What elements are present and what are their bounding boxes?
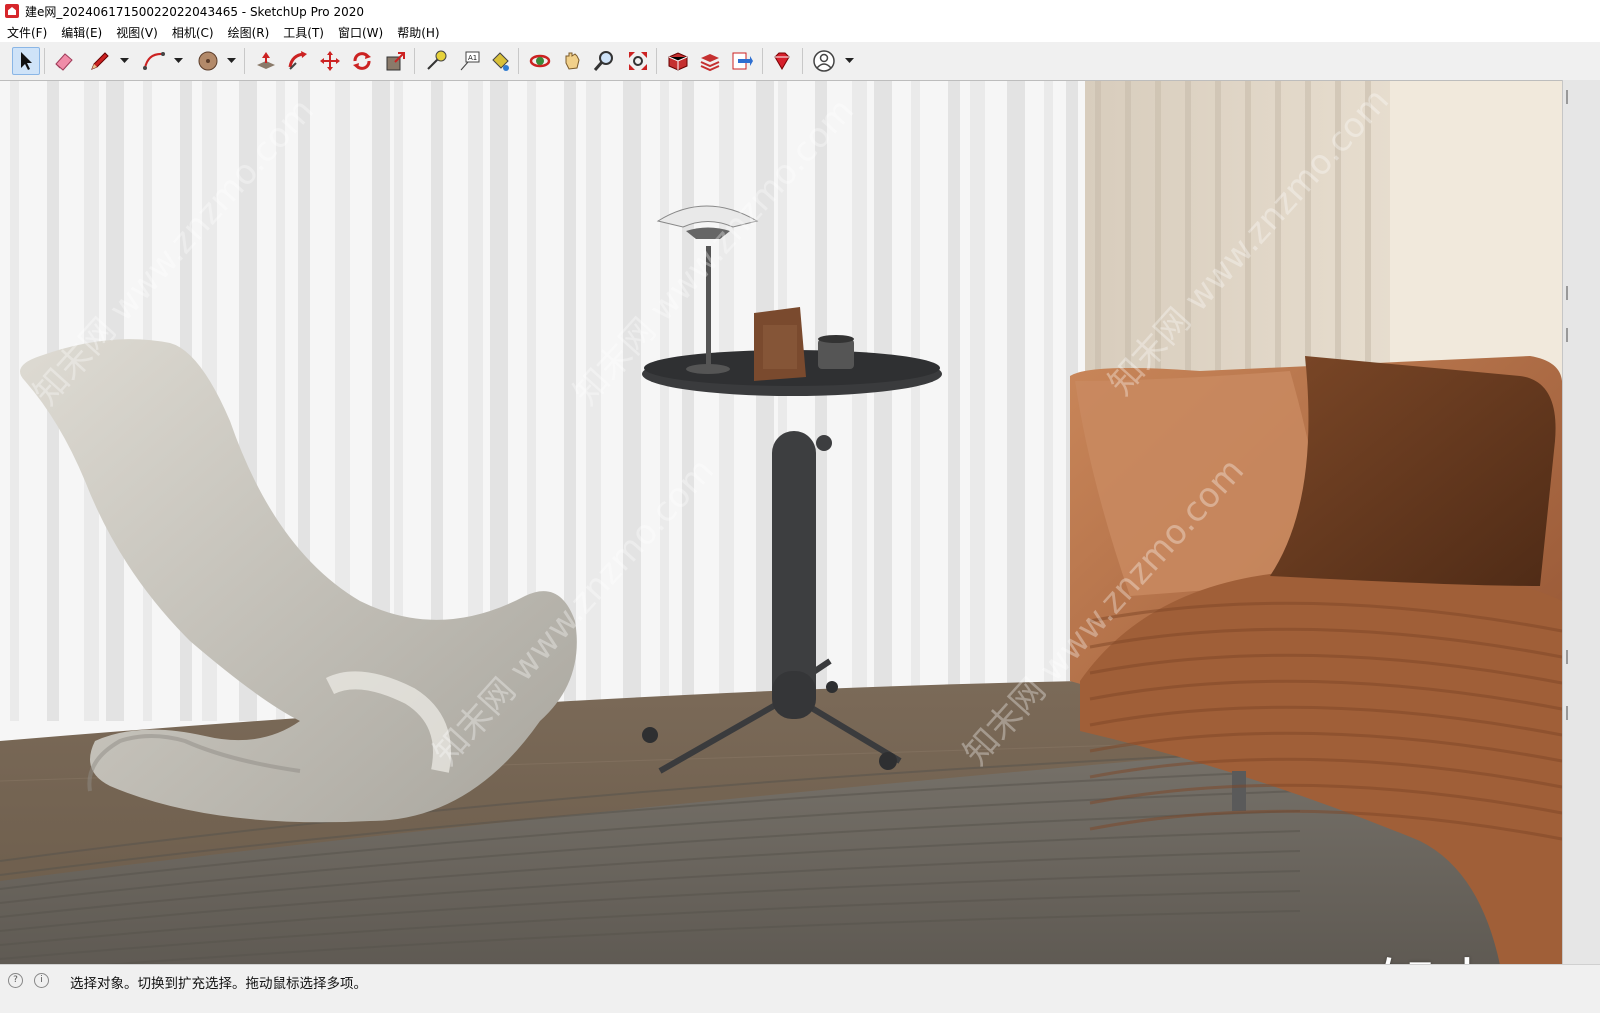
pan-tool-button[interactable] <box>558 47 586 75</box>
3d-warehouse-button[interactable] <box>664 47 692 75</box>
extension-warehouse-button[interactable] <box>696 47 724 75</box>
select-tool-button[interactable] <box>12 47 40 75</box>
panel-grip[interactable] <box>1566 90 1568 104</box>
menu-camera[interactable]: 相机(C) <box>165 24 221 41</box>
side-panel-edge[interactable] <box>1562 80 1600 964</box>
menu-window[interactable]: 窗口(W) <box>331 24 390 41</box>
curtain-fold-shadow <box>1007 81 1025 721</box>
panel-grip[interactable] <box>1566 650 1568 664</box>
pencil-line-tool-icon <box>91 52 109 70</box>
curtain-fold-shadow <box>970 81 985 721</box>
move-tool-icon <box>320 51 340 71</box>
pencil-tool-button[interactable] <box>86 47 114 75</box>
select-tool-icon <box>21 52 32 70</box>
curtain-fold-shadow <box>682 81 694 721</box>
curtain-fold-shadow <box>815 81 827 721</box>
curtain-fold-shadow <box>660 81 669 721</box>
menu-edit[interactable]: 编辑(E) <box>54 24 109 41</box>
shape-tool-button[interactable] <box>194 47 222 75</box>
window-title: 建e网_20240617150022022043465 - SketchUp P… <box>25 4 364 19</box>
toolbar-separator <box>244 48 245 74</box>
eraser-tool-icon <box>55 53 73 71</box>
account-icon <box>813 50 835 72</box>
rotate-tool-icon <box>353 52 371 70</box>
menu-tools[interactable]: 工具(T) <box>276 24 331 41</box>
curtain-fold-shadow <box>10 81 19 721</box>
tape-measure-tool-icon <box>427 50 447 70</box>
arc-tool-button[interactable] <box>140 47 168 75</box>
curtain-fold-shadow <box>874 81 892 721</box>
curtain-fold-shadow <box>948 81 960 721</box>
tape-measure-tool-button[interactable] <box>422 47 450 75</box>
geo-location-icon[interactable]: ? <box>8 973 23 988</box>
status-text: 选择对象。切换到扩充选择。拖动鼠标选择多项。 <box>70 976 367 992</box>
wall-corner <box>1390 81 1562 381</box>
menu-bar: 文件(F) 编辑(E) 视图(V) 相机(C) 绘图(R) 工具(T) 窗口(W… <box>0 22 1600 42</box>
info-icon[interactable]: i <box>34 973 49 988</box>
send-to-layout-button[interactable] <box>728 47 756 75</box>
ruby-console-button[interactable] <box>768 47 796 75</box>
curtain-fold-shadow <box>852 81 867 721</box>
move-tool-button[interactable] <box>316 47 344 75</box>
menu-draw[interactable]: 绘图(R) <box>221 24 277 41</box>
chevron-down-icon[interactable] <box>174 56 183 65</box>
panel-grip[interactable] <box>1566 286 1568 300</box>
scale-tool-button[interactable] <box>382 47 410 75</box>
toolbar-separator <box>518 48 519 74</box>
3d-warehouse-icon <box>668 52 688 71</box>
panel-grip[interactable] <box>1566 706 1568 720</box>
zoom-extents-tool-icon <box>629 52 647 70</box>
curtain-fold-shadow <box>623 81 641 721</box>
sketchup-app-icon <box>5 4 19 18</box>
extension-warehouse-icon <box>700 54 720 72</box>
paint-bucket-tool-button[interactable] <box>486 47 514 75</box>
status-bar: ? i 选择对象。切换到扩充选择。拖动鼠标选择多项。 <box>0 964 1600 1013</box>
menu-view[interactable]: 视图(V) <box>109 24 165 41</box>
curtain-fold-shadow <box>1044 81 1053 721</box>
arc-tool-icon <box>143 52 165 70</box>
rotate-tool-button[interactable] <box>348 47 376 75</box>
sofa-leg <box>1232 771 1246 811</box>
watermark-logo: 知末 <box>1378 939 1498 965</box>
follow-me-tool-button[interactable] <box>284 47 312 75</box>
toolbar-separator <box>414 48 415 74</box>
chevron-down-icon[interactable] <box>227 56 236 65</box>
zoom-extents-tool-button[interactable] <box>624 47 652 75</box>
account-button[interactable] <box>810 47 838 75</box>
zoom-tool-button[interactable] <box>590 47 618 75</box>
svg-text:A1: A1 <box>468 54 477 62</box>
circle-shape-tool-icon <box>198 51 218 71</box>
push-pull-tool-button[interactable] <box>252 47 280 75</box>
model-viewport[interactable]: 知末网 www.znzmo.com 知末网 www.znzmo.com 知末网 … <box>0 80 1562 965</box>
toolbar-separator <box>656 48 657 74</box>
toolbar-separator <box>802 48 803 74</box>
toolbar-separator <box>762 48 763 74</box>
panel-grip[interactable] <box>1566 328 1568 342</box>
title-bar: 建e网_20240617150022022043465 - SketchUp P… <box>0 0 1600 22</box>
text-tool-icon: A1 <box>460 51 480 71</box>
zoom-tool-icon <box>593 51 613 71</box>
paint-bucket-tool-icon <box>492 52 509 71</box>
chevron-down-icon[interactable] <box>120 56 129 65</box>
layout-send-icon <box>732 52 753 70</box>
orbit-tool-button[interactable] <box>526 47 554 75</box>
curtain-fold-shadow <box>911 81 920 721</box>
pan-tool-icon <box>565 52 580 70</box>
menu-help[interactable]: 帮助(H) <box>390 24 446 41</box>
push-pull-tool-icon <box>257 52 275 69</box>
ruby-console-icon <box>774 52 790 70</box>
text-tool-button[interactable]: A1 <box>456 47 484 75</box>
orbit-tool-icon <box>529 54 551 68</box>
menu-file[interactable]: 文件(F) <box>0 24 54 41</box>
eraser-tool-button[interactable] <box>50 47 78 75</box>
toolbar-separator <box>44 48 45 74</box>
curtain-fold-shadow <box>719 81 734 721</box>
scale-tool-icon <box>386 52 405 71</box>
large-toolset: A1 <box>0 42 1600 81</box>
chevron-down-icon[interactable] <box>845 56 854 65</box>
follow-me-tool-icon <box>288 51 307 70</box>
